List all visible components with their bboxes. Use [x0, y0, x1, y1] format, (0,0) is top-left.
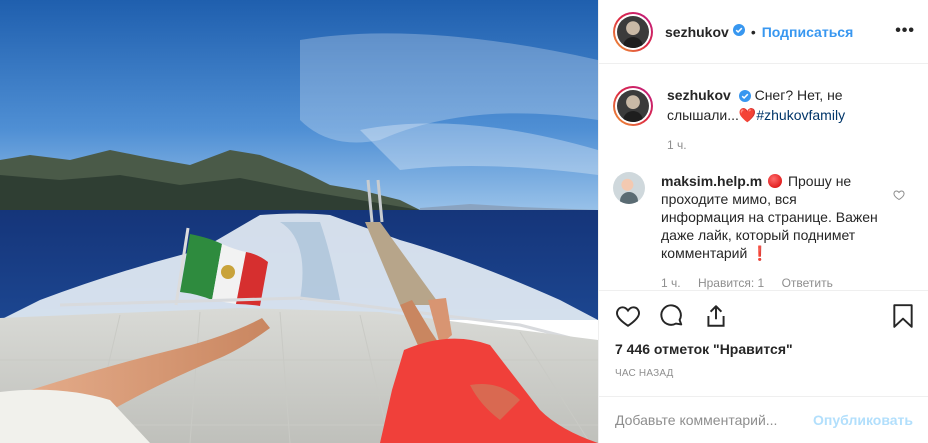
caption: sezhukov Снег? Нет, не слышали...❤️#zhuk…	[613, 86, 913, 154]
verified-icon	[732, 23, 745, 41]
boat-sea-photo	[0, 0, 598, 443]
action-bar	[599, 290, 928, 340]
red-circle-icon	[768, 174, 783, 188]
comment-item: maksim.help.m Прошу не проходите мимо, в…	[613, 172, 913, 290]
commenter-username[interactable]: maksim.help.m	[661, 173, 762, 189]
verified-icon	[738, 88, 751, 106]
heart-emoji: ❤️	[738, 107, 757, 123]
reply-button[interactable]: Ответить	[782, 276, 833, 290]
more-options-button[interactable]: •••	[895, 22, 915, 40]
avatar-image	[617, 15, 649, 48]
caption-time[interactable]: 1 ч.	[667, 138, 687, 152]
add-comment-form: Опубликовать	[599, 396, 928, 443]
caption-meta: 1 ч.	[667, 136, 889, 154]
likes-count[interactable]: 7 446 отметок "Нравится"	[615, 341, 793, 357]
publish-button[interactable]: Опубликовать	[813, 412, 913, 428]
comment-like-heart-icon[interactable]	[893, 188, 905, 206]
hashtag-link[interactable]: #zhukovfamily	[756, 107, 845, 123]
exclamation-icon: ❗	[751, 245, 769, 261]
comments-list[interactable]: sezhukov Снег? Нет, не слышали...❤️#zhuk…	[599, 72, 928, 290]
avatar-image	[617, 90, 649, 122]
heart-icon[interactable]	[615, 303, 641, 334]
comment-likes[interactable]: Нравится: 1	[698, 276, 764, 290]
post-header: sezhukov • Подписаться •••	[599, 0, 928, 64]
post-photo[interactable]	[0, 0, 598, 443]
author-username[interactable]: sezhukov	[665, 24, 729, 40]
post-panel: sezhukov • Подписаться ••• sezhukov Снег…	[598, 0, 928, 443]
comment-meta: 1 ч. Нравится: 1 Ответить	[661, 274, 883, 290]
commenter-avatar[interactable]	[613, 172, 645, 204]
caption-author-avatar[interactable]	[613, 86, 653, 126]
comment-time[interactable]: 1 ч.	[661, 276, 681, 290]
comment-input[interactable]	[615, 412, 814, 428]
post-time-ago[interactable]: час назад	[615, 368, 674, 379]
caption-username[interactable]: sezhukov	[667, 87, 731, 103]
share-icon[interactable]	[703, 303, 729, 334]
separator-dot: •	[750, 23, 756, 40]
follow-button[interactable]: Подписаться	[762, 24, 854, 40]
author-avatar[interactable]	[613, 11, 653, 52]
comment-icon[interactable]	[659, 303, 685, 334]
bookmark-icon[interactable]	[891, 303, 915, 334]
